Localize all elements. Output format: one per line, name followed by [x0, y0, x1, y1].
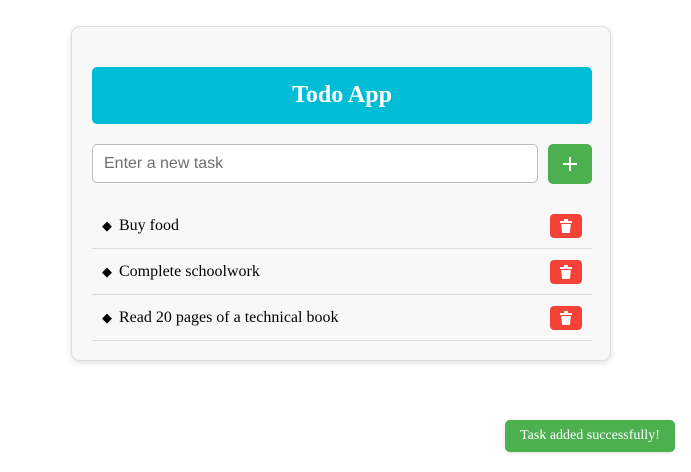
- task-label: Buy food: [119, 216, 179, 234]
- trash-icon: [560, 219, 572, 233]
- plus-icon: [563, 157, 577, 171]
- task-list: ◆ Buy food ◆ Complete schoolwork ◆ Read …: [92, 203, 592, 341]
- task-text: ◆ Complete schoolwork: [102, 263, 260, 281]
- delete-task-button[interactable]: [550, 214, 582, 238]
- trash-icon: [560, 265, 572, 279]
- todo-card: Todo App ◆ Buy food ◆ Complete schoolwor…: [71, 26, 611, 361]
- trash-icon: [560, 311, 572, 325]
- app-header: Todo App: [92, 67, 592, 124]
- task-item: ◆ Buy food: [92, 203, 592, 249]
- diamond-bullet-icon: ◆: [102, 309, 112, 325]
- task-item: ◆ Read 20 pages of a technical book: [92, 295, 592, 341]
- diamond-bullet-icon: ◆: [102, 217, 112, 233]
- diamond-bullet-icon: ◆: [102, 263, 112, 279]
- task-text: ◆ Buy food: [102, 217, 179, 235]
- delete-task-button[interactable]: [550, 306, 582, 330]
- task-label: Complete schoolwork: [119, 262, 260, 280]
- task-item: ◆ Complete schoolwork: [92, 249, 592, 295]
- add-task-button[interactable]: [548, 144, 592, 184]
- task-label: Read 20 pages of a technical book: [119, 308, 339, 326]
- task-text: ◆ Read 20 pages of a technical book: [102, 309, 338, 327]
- success-toast: Task added successfully!: [505, 420, 675, 452]
- toast-message: Task added successfully!: [520, 428, 660, 443]
- new-task-input[interactable]: [92, 144, 538, 183]
- delete-task-button[interactable]: [550, 260, 582, 284]
- app-title: Todo App: [292, 82, 392, 108]
